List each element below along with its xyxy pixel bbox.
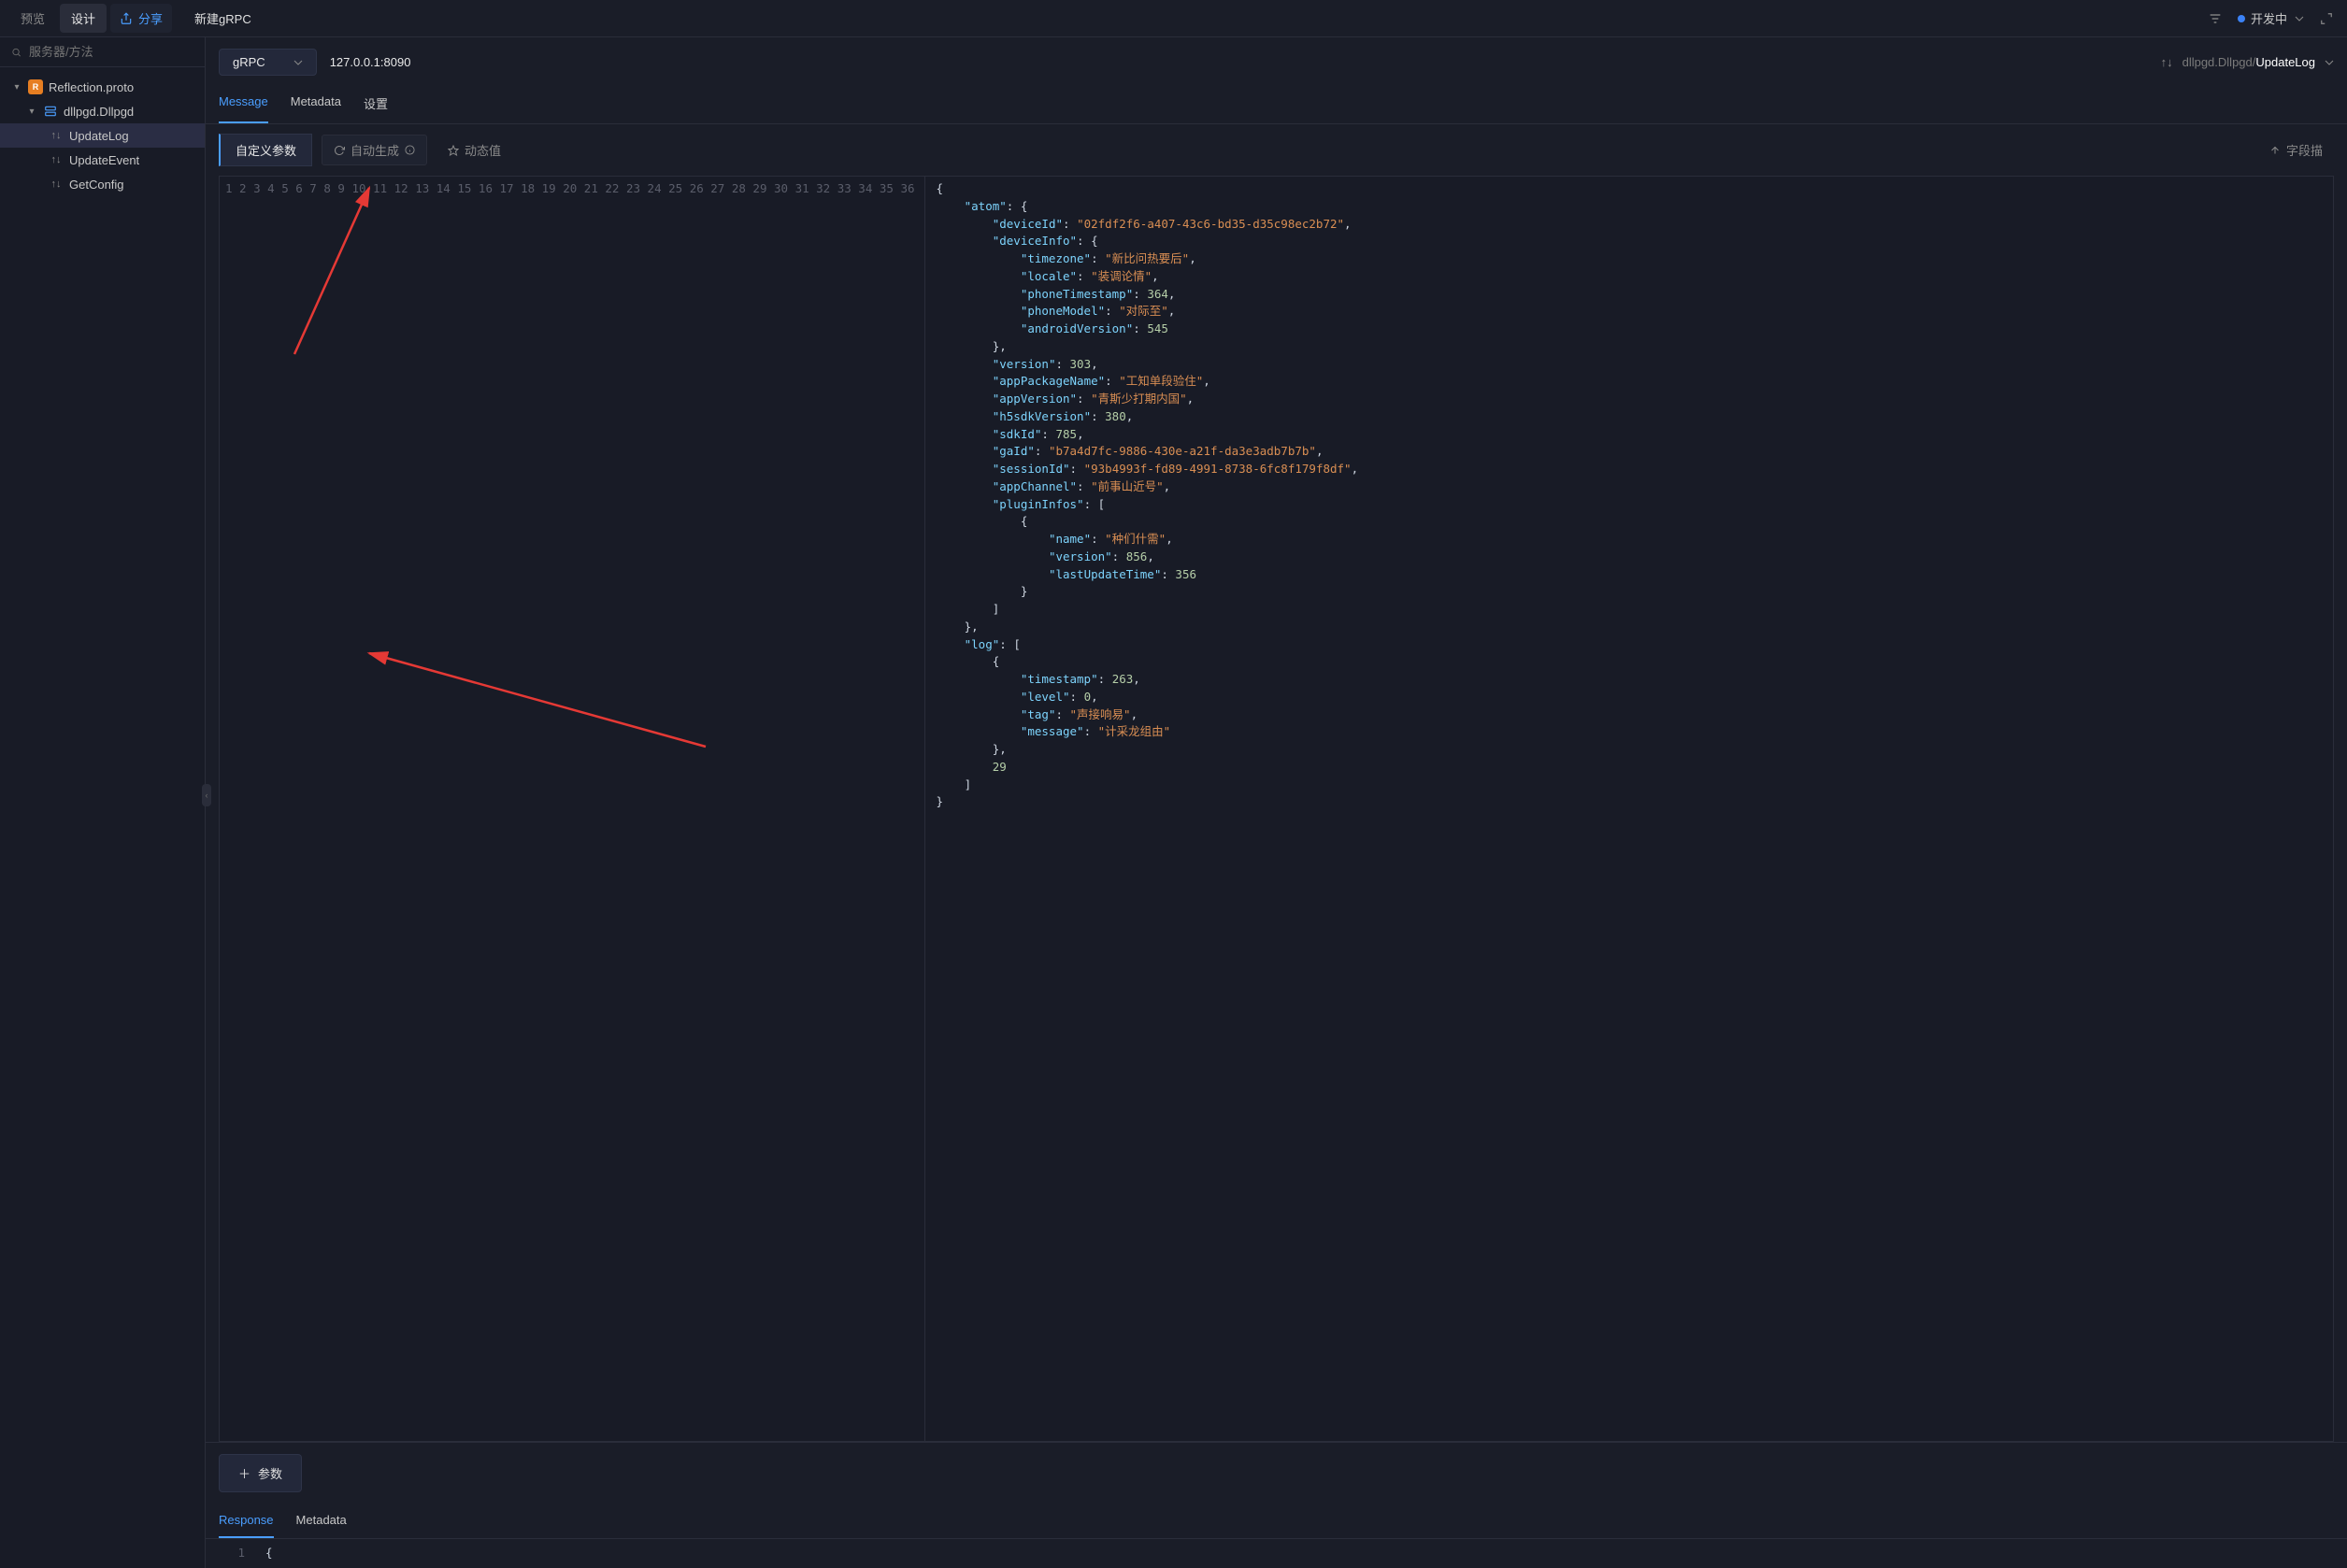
status-dropdown[interactable]: 开发中 [2238,9,2304,27]
tab-response-metadata[interactable]: Metadata [296,1504,347,1538]
status-dot-icon [2238,15,2245,22]
breadcrumb-service: dllpgd.Dllpgd/ [2182,55,2256,69]
plus-icon: ＋ [238,1464,250,1482]
address-bar: gRPC 127.0.0.1:8090 ↑↓ dllpgd.Dllpgd/Upd… [206,37,2347,85]
method-label: UpdateEvent [69,153,139,167]
bidirectional-icon: ↑↓ [2161,55,2173,69]
tab-response[interactable]: Response [219,1504,274,1538]
tree-proto-file[interactable]: ▾ R Reflection.proto [0,75,205,99]
filter-icon[interactable] [2204,7,2226,30]
sidebar-search[interactable] [0,37,205,67]
magic-icon [448,145,459,156]
editor-wrap: 1 2 3 4 5 6 7 8 9 10 11 12 13 14 15 16 1… [206,176,2347,1442]
custom-params-tab[interactable]: 自定义参数 [219,134,312,166]
share-icon [120,12,133,25]
json-editor[interactable]: 1 2 3 4 5 6 7 8 9 10 11 12 13 14 15 16 1… [219,176,2334,1442]
tree-service[interactable]: ▾ dllpgd.Dllpgd [0,99,205,123]
proto-file-label: Reflection.proto [49,80,134,94]
service-icon [43,104,58,119]
address-input[interactable]: 127.0.0.1:8090 [330,55,2148,69]
page-title: 新建gRPC [194,9,251,27]
upload-icon [2269,145,2281,156]
param-label: 参数 [258,1464,282,1482]
search-input[interactable] [29,45,193,59]
tab-metadata[interactable]: Metadata [291,85,341,123]
top-right: 开发中 [2204,7,2338,30]
breadcrumb-method: UpdateLog [2255,55,2315,69]
bottom-panel: ＋ 参数 Response Metadata 1 { [206,1442,2347,1568]
share-button[interactable]: 分享 [110,4,172,33]
bidirectional-icon: ↑↓ [49,128,64,143]
method-label: UpdateLog [69,129,129,143]
autogen-label: 自动生成 [351,141,399,159]
top-bar: 预览 设计 分享 新建gRPC 开发中 [0,0,2347,37]
editor-code[interactable]: { "atom": { "deviceId": "02fdf2f6-a407-4… [925,177,2333,1441]
response-tabs: Response Metadata [206,1504,2347,1539]
tree-method-updateevent[interactable]: ↑↓ UpdateEvent [0,148,205,172]
method-breadcrumb[interactable]: ↑↓ dllpgd.Dllpgd/UpdateLog [2161,55,2334,69]
dynamic-values-button[interactable]: 动态值 [436,135,512,164]
status-label: 开发中 [2251,9,2287,27]
field-desc-label: 字段描 [2286,141,2323,159]
protocol-label: gRPC [233,55,265,69]
request-tabs: Message Metadata 设置 [206,85,2347,124]
chevron-down-icon: ▾ [11,82,22,93]
bidirectional-icon: ↑↓ [49,177,64,192]
proto-file-icon: R [28,79,43,94]
tree-method-updatelog[interactable]: ↑↓ UpdateLog [0,123,205,148]
add-param-button[interactable]: ＋ 参数 [219,1454,302,1492]
tab-settings[interactable]: 设置 [364,85,388,123]
method-label: GetConfig [69,178,124,192]
autogen-button[interactable]: 自动生成 [322,135,427,165]
service-label: dllpgd.Dllpgd [64,105,134,119]
tab-design[interactable]: 设计 [60,4,107,33]
sidebar: ▾ R Reflection.proto ▾ dllpgd.Dllpgd ↑↓ … [0,37,206,1568]
main-area: ▾ R Reflection.proto ▾ dllpgd.Dllpgd ↑↓ … [0,37,2347,1568]
top-left: 预览 设计 分享 新建gRPC [9,4,251,33]
chevron-down-icon [2325,58,2334,67]
editor-gutter: 1 2 3 4 5 6 7 8 9 10 11 12 13 14 15 16 1… [220,177,925,1441]
bidirectional-icon: ↑↓ [49,152,64,167]
tree-method-getconfig[interactable]: ↑↓ GetConfig [0,172,205,196]
chevron-down-icon [293,58,303,67]
refresh-icon [334,145,345,156]
content-area: gRPC 127.0.0.1:8090 ↑↓ dllpgd.Dllpgd/Upd… [206,37,2347,1568]
chevron-down-icon [2295,14,2304,23]
info-icon [405,145,415,155]
share-label: 分享 [138,9,163,27]
dynamic-label: 动态值 [465,141,501,159]
search-icon [11,46,21,59]
sidebar-tree: ▾ R Reflection.proto ▾ dllpgd.Dllpgd ↑↓ … [0,67,205,204]
resp-code[interactable]: { [254,1545,2334,1562]
expand-icon[interactable] [2315,7,2338,30]
chevron-down-icon: ▾ [26,107,37,117]
protocol-select[interactable]: gRPC [219,49,317,76]
tab-message[interactable]: Message [219,85,268,123]
response-editor[interactable]: 1 { [206,1539,2347,1568]
field-desc-button[interactable]: 字段描 [2258,135,2334,164]
resp-gutter: 1 [219,1545,254,1562]
editor-toolbar: 自定义参数 自动生成 动态值 字段描 [206,124,2347,176]
tab-preview[interactable]: 预览 [9,4,56,33]
